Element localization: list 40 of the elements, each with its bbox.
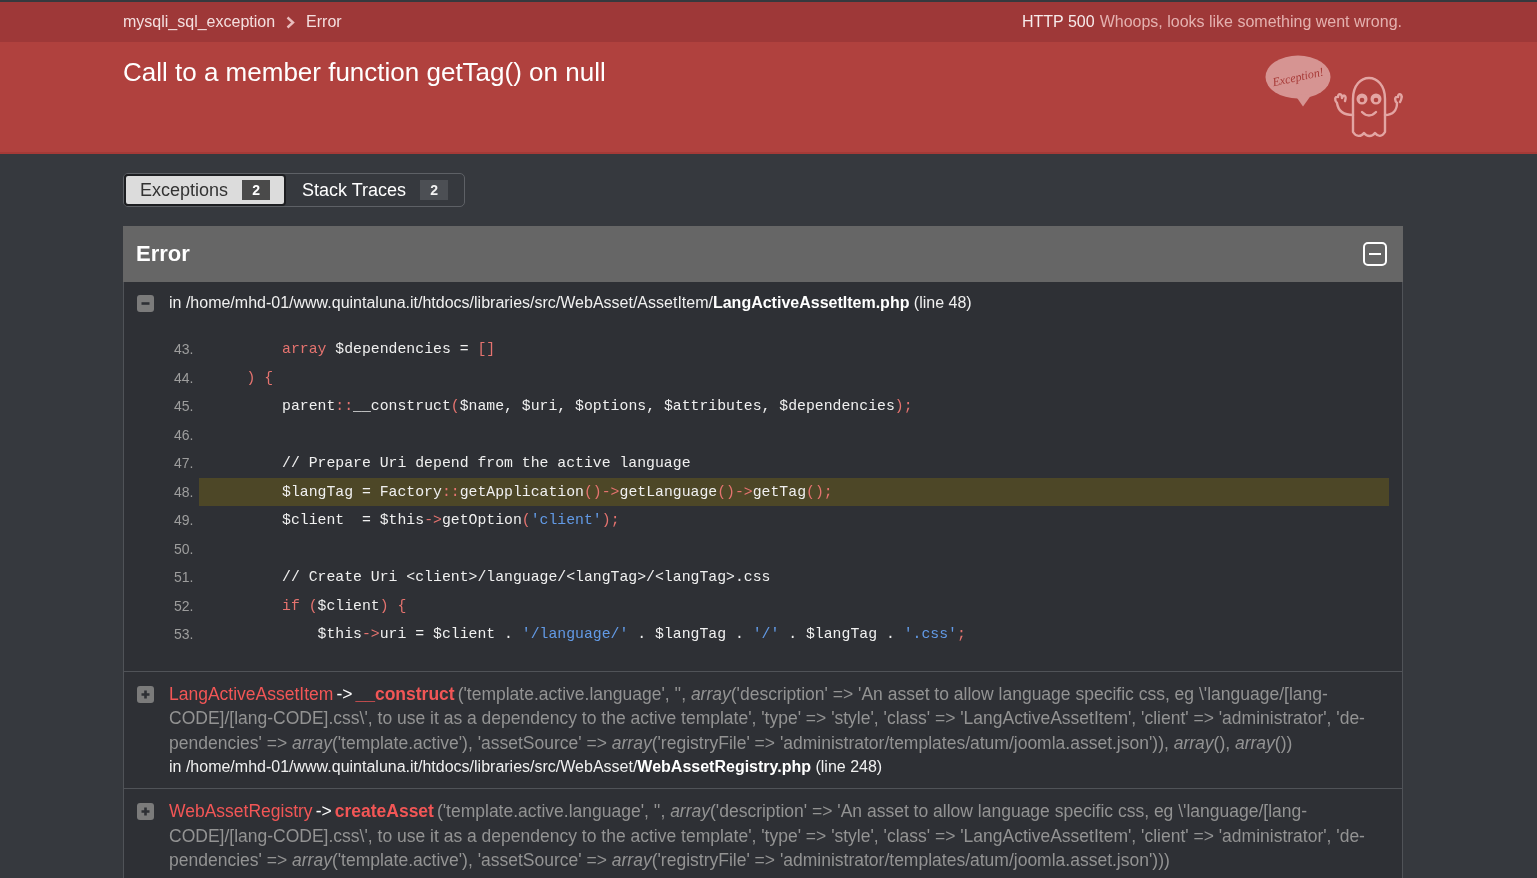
error-title: Call to a member function getTag() on null (123, 57, 606, 87)
code-line: if ($client) { (282, 597, 407, 614)
breadcrumb-item: mysqli_sql_exception (123, 13, 276, 31)
file-path: in /home/mhd-01/www.quintaluna.it/htdocs/libraries/src/WebAsset/AssetItem/LangActiveAssetItem.php (line 48) (169, 293, 973, 313)
ghost-icon (1331, 75, 1403, 138)
line-number: 44. (174, 369, 195, 386)
collapse-icon[interactable] (137, 295, 154, 312)
collapse-icon[interactable] (1363, 242, 1387, 266)
expand-icon[interactable] (137, 803, 154, 820)
panel-title: Error (136, 241, 190, 267)
line-number: 45. (174, 398, 195, 415)
trace-call: WebAssetRegistry -> createAsset ('template.active.language', '', array('description' => 'An asset to allow language specific css, eg \'language/[lang-CODE]/[lang-CODE].css\', to use it as a dependency to the active template', 'type' => 'style', 'class' => 'LangActiveAssetItem', 'client' => 'administrator', 'de-pendencies' => array('template.active'), 'assetSource' => array('registryFile' => 'administrator/templates/atum/joomla.asset.json'))) (169, 800, 1366, 872)
status-message: Whoops, looks like something went wrong. (1099, 13, 1402, 31)
count-badge: 2 (420, 180, 449, 200)
line-number: 50. (174, 540, 195, 557)
line-number: 49. (174, 512, 195, 529)
tab[interactable]: Stack Traces 2 (286, 174, 465, 206)
trace-call: LangActiveAssetItem -> __construct ('template.active.language', '', array('description' => 'An asset to allow language specific css, eg \'language/[lang-CODE]/[lang-CODE].css\', to use it as a dependency to the active template', 'type' => 'style', 'class' => 'LangActiveAssetItem', 'client' => 'administrator', 'de-pendencies' => array('template.active'), 'assetSource' => array('registryFile' => 'administrator/templates/atum/joomla.asset.json')), array(), array()) (169, 682, 1366, 755)
code-line: parent::__construct($name, $uri, $options, $attributes, $dependencies); (282, 398, 913, 415)
tab[interactable]: Exceptions 2 (124, 174, 287, 206)
code-line: array $dependencies = [] (282, 341, 496, 358)
expand-icon[interactable] (137, 685, 154, 703)
chevron-right-icon (286, 15, 296, 29)
line-number: 53. (174, 626, 195, 643)
count-badge: 2 (242, 180, 271, 200)
code-line: $langTag = Factory::getApplication()->getLanguage()->getTag(); (282, 483, 833, 500)
line-number: 51. (174, 569, 195, 586)
code-line: // Prepare Uri depend from the active language (282, 455, 691, 472)
line-number: 46. (174, 426, 195, 443)
line-number: 48. (174, 483, 195, 500)
code-line: $this->uri = $client . '/language/' . $langTag . '/' . $langTag . '.css'; (317, 626, 966, 643)
code-line: ) { (246, 369, 274, 386)
code-line: // Create Uri <client>/language/<langTag>/<langTag>.css (282, 569, 771, 586)
status-code: HTTP 500 (1022, 13, 1095, 31)
line-number: 47. (174, 455, 195, 472)
line-number: 52. (174, 597, 195, 614)
breadcrumb-item: Error (306, 13, 342, 31)
file-path: in /home/mhd-01/www.quintaluna.it/htdocs/libraries/src/WebAsset/WebAssetRegistry.php (line 248) (169, 757, 884, 777)
code-line: $client = $this->getOption('client'); (282, 512, 620, 529)
line-number: 43. (174, 341, 195, 358)
